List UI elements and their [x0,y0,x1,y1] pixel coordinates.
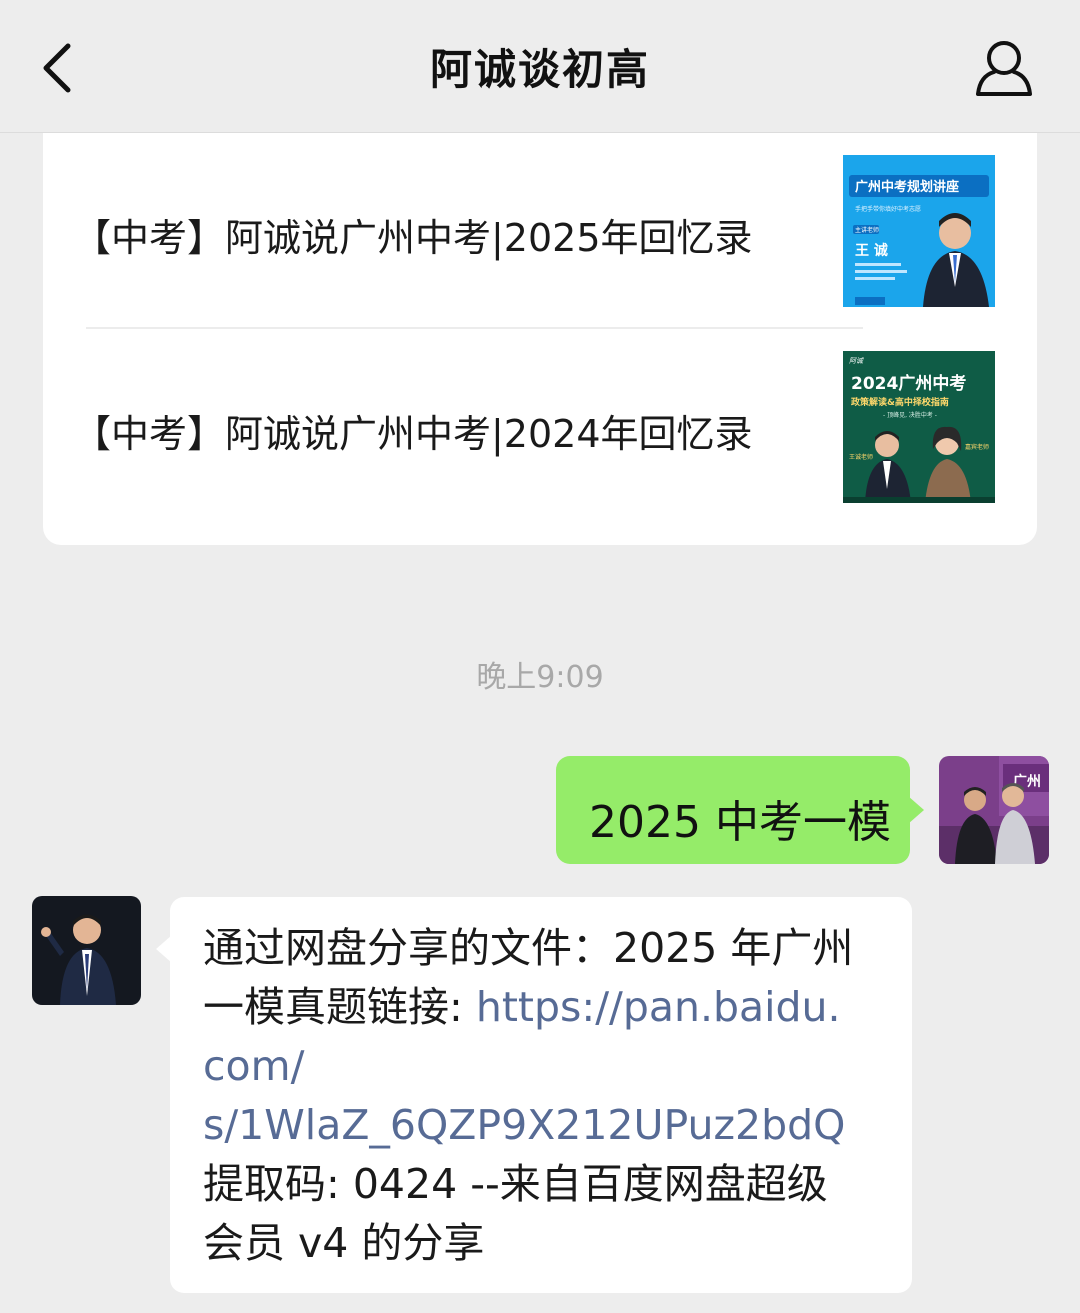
received-message-bubble[interactable]: 通过网盘分享的文件：2025 年广州 一模真题链接: https://pan.b… [156,897,912,1293]
thumb-heading: 2024广州中考 [851,373,966,394]
article-card: 【中考】阿诚说广州中考|2025年回忆录 广州中考规划讲座 手把手带你填好中考志… [43,133,1037,545]
message-line: com/ [203,1037,885,1096]
svg-text:手把手带你填好中考志愿: 手把手带你填好中考志愿 [855,205,921,213]
svg-text:阿诚: 阿诚 [849,357,864,365]
article-title: 【中考】阿诚说广州中考|2025年回忆录 [73,216,753,260]
sent-message-bubble[interactable]: 2025 中考一模 [556,756,924,864]
svg-text:王诚老师: 王诚老师 [849,453,873,461]
share-link[interactable]: https://pan.baidu. [476,983,841,1031]
chat-title: 阿诚谈初高 [429,45,650,94]
message-line: s/1WlaZ_6QZP9X212UPuz2bdQ [203,1096,885,1155]
sent-message-text: 2025 中考一模 [589,797,891,848]
svg-text:王 诚: 王 诚 [855,242,888,259]
share-link[interactable]: com/ [203,1042,304,1090]
message-line: 通过网盘分享的文件：2025 年广州 [203,924,854,972]
chat-header: 阿诚谈初高 [0,0,1080,133]
svg-text:嘉宾老师: 嘉宾老师 [965,443,989,451]
message-line: 提取码: 0424 --来自百度网盘超级 [203,1160,828,1208]
message-timestamp: 晚上9:09 [476,660,604,695]
message-line: 会员 v4 的分享 [203,1219,485,1267]
received-message-text: 通过网盘分享的文件：2025 年广州 一模真题链接: https://pan.b… [203,919,885,1273]
article-thumbnail: 广州中考规划讲座 手把手带你填好中考志愿 主讲老师 王 诚 [843,155,995,307]
message-line: 一模真题链接: https://pan.baidu. [203,983,841,1031]
article-title: 【中考】阿诚说广州中考|2024年回忆录 [73,412,753,456]
article-item[interactable]: 【中考】阿诚说广州中考|2024年回忆录 阿诚 2024广州中考 政策解读&高中… [43,329,1037,523]
article-thumbnail: 阿诚 2024广州中考 政策解读&高中择校指南 - 顶峰见, 决胜中考 - 王诚… [843,351,995,503]
thumb-heading: 广州中考规划讲座 [855,179,959,195]
article-item[interactable]: 【中考】阿诚说广州中考|2025年回忆录 广州中考规划讲座 手把手带你填好中考志… [43,133,1037,327]
svg-text:- 顶峰见, 决胜中考 -: - 顶峰见, 决胜中考 - [883,411,937,419]
svg-text:政策解读&高中择校指南: 政策解读&高中择校指南 [851,396,949,408]
avatar[interactable] [32,896,141,1005]
person-icon [976,41,1032,96]
share-link[interactable]: s/1WlaZ_6QZP9X212UPuz2bdQ [203,1101,845,1149]
svg-text:主讲老师: 主讲老师 [855,226,879,234]
profile-button[interactable] [966,34,1042,104]
avatar[interactable]: 广州 [939,756,1049,864]
